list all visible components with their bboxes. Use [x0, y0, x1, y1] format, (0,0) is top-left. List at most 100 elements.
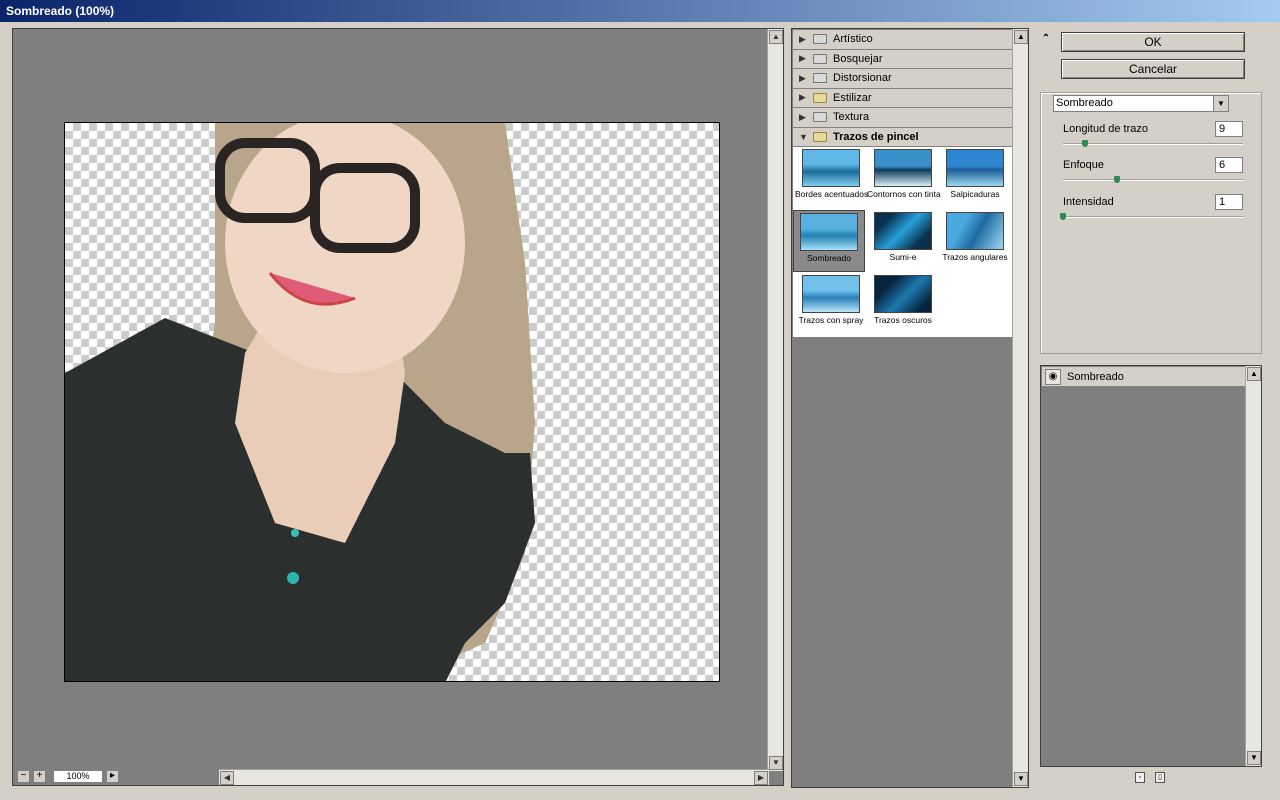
filter-salpicaduras[interactable]: Salpicaduras: [939, 149, 1011, 199]
folder-icon: [813, 34, 827, 45]
trash-icon[interactable]: ▯: [1155, 772, 1165, 783]
param-label: Longitud de trazo: [1063, 123, 1149, 135]
category-label: Distorsionar: [833, 72, 892, 85]
filter-settings-panel: Sombreado ▼ Longitud de trazo 9 Enfoque …: [1040, 92, 1262, 354]
folder-icon: [813, 73, 827, 84]
filter-select-value: Sombreado: [1056, 97, 1113, 109]
filter-preview-thumbnail: [874, 275, 932, 313]
effect-layers-panel[interactable]: ◉ Sombreado ▲ ▼: [1040, 365, 1262, 767]
category-textura[interactable]: ▶ Textura: [793, 108, 1012, 128]
scroll-right-icon[interactable]: ▶: [754, 771, 768, 785]
filter-label: Trazos oscuros: [874, 315, 932, 325]
filter-select[interactable]: Sombreado ▼: [1053, 95, 1229, 112]
filter-label: Salpicaduras: [950, 189, 1000, 199]
param-intensidad: Intensidad 1: [1060, 194, 1243, 220]
eye-icon[interactable]: ◉: [1045, 368, 1061, 385]
param-value-field[interactable]: 6: [1215, 157, 1243, 173]
layers-scrollbar[interactable]: ▲ ▼: [1245, 366, 1261, 766]
preview-image: [65, 123, 535, 681]
preview-horizontal-scrollbar[interactable]: ◀ ▶: [219, 769, 769, 785]
param-slider-track[interactable]: [1063, 140, 1243, 147]
expand-triangle-icon[interactable]: ▶: [799, 73, 807, 84]
expand-triangle-icon[interactable]: ▶: [799, 53, 807, 64]
filter-preview-thumbnail: [800, 213, 858, 251]
param-longitud-de-trazo: Longitud de trazo 9: [1063, 121, 1243, 147]
slider-knob[interactable]: [1114, 176, 1120, 183]
zoom-level-field[interactable]: 100%: [53, 770, 103, 783]
category-label: Bosquejar: [833, 52, 883, 65]
filter-label: Trazos angulares: [942, 252, 1008, 262]
param-value-field[interactable]: 1: [1215, 194, 1243, 210]
param-value-field[interactable]: 9: [1215, 121, 1243, 137]
filter-label: Sumi-e: [889, 252, 917, 262]
cancel-button[interactable]: Cancelar: [1061, 59, 1245, 79]
preview-pane[interactable]: ▲ ▼ ◀ ▶ − + 100% ▸: [12, 28, 784, 786]
slider-knob[interactable]: [1060, 213, 1066, 220]
filter-trazos-con-spray[interactable]: Trazos con spray: [795, 275, 867, 325]
param-slider-track[interactable]: [1060, 213, 1243, 220]
filter-trazos-oscuros[interactable]: Trazos oscuros: [867, 275, 939, 325]
category-label: Artístico: [833, 33, 873, 46]
filter-sumi-e[interactable]: Sumi-e: [867, 212, 939, 262]
preview-vertical-scrollbar[interactable]: ▲ ▼: [767, 29, 783, 771]
scroll-down-icon[interactable]: ▼: [769, 756, 783, 770]
category-estilizar[interactable]: ▶ Estilizar: [793, 88, 1012, 108]
scroll-left-icon[interactable]: ◀: [220, 771, 234, 785]
filter-bordes-acentuados[interactable]: Bordes acentuados: [795, 149, 869, 199]
filter-preview-thumbnail: [946, 149, 1004, 187]
filter-contornos-con-tinta[interactable]: Contornos con tinta: [867, 149, 941, 199]
zoom-controls: − + 100% ▸: [17, 770, 119, 783]
scroll-up-icon[interactable]: ▲: [1014, 30, 1028, 44]
category-bosquejar[interactable]: ▶ Bosquejar: [793, 49, 1012, 69]
param-enfoque: Enfoque 6: [1063, 157, 1243, 183]
filter-sombreado[interactable]: Sombreado: [793, 210, 865, 272]
effect-layer-label: Sombreado: [1067, 370, 1124, 383]
expand-triangle-icon[interactable]: ▶: [799, 34, 807, 45]
zoom-menu-button[interactable]: ▸: [106, 770, 119, 783]
slider-knob[interactable]: [1081, 140, 1088, 147]
category-artistico[interactable]: ▶ Artístico: [793, 30, 1012, 50]
param-label: Enfoque: [1063, 159, 1104, 171]
filter-thumbnails: Bordes acentuados Contornos con tinta Sa…: [793, 147, 1012, 337]
filter-preview-thumbnail: [874, 149, 932, 187]
ok-button[interactable]: OK: [1061, 32, 1245, 52]
filter-preview-thumbnail: [946, 212, 1004, 250]
folder-icon: [813, 53, 827, 64]
folder-icon: [813, 112, 827, 123]
param-slider-track[interactable]: [1063, 176, 1243, 183]
window-title: Sombreado (100%): [0, 0, 1280, 22]
folder-icon: [813, 92, 827, 103]
effect-layer-row[interactable]: ◉ Sombreado: [1042, 367, 1246, 387]
filter-label: Contornos con tinta: [867, 189, 941, 199]
category-trazos-de-pincel[interactable]: ▼ Trazos de pincel: [793, 127, 1012, 147]
filter-preview-thumbnail: [802, 275, 860, 313]
scroll-up-icon[interactable]: ▲: [1247, 367, 1261, 381]
category-label: Estilizar: [833, 91, 872, 104]
scroll-down-icon[interactable]: ▼: [1014, 772, 1028, 786]
filter-label: Trazos con spray: [798, 315, 864, 325]
param-label: Intensidad: [1063, 196, 1114, 208]
filter-preview-thumbnail: [802, 149, 860, 187]
gallery-scrollbar[interactable]: ▲ ▼: [1012, 29, 1028, 787]
expand-triangle-icon[interactable]: ▶: [799, 92, 807, 103]
category-label: Trazos de pincel: [833, 130, 919, 143]
scroll-down-icon[interactable]: ▼: [1247, 751, 1261, 765]
collapse-triangle-icon[interactable]: ▼: [799, 132, 808, 142]
category-label: Textura: [833, 111, 870, 124]
preview-canvas[interactable]: [64, 122, 720, 682]
folder-open-icon: [813, 131, 827, 142]
filter-label: Sombreado: [807, 253, 851, 263]
category-distorsionar[interactable]: ▶ Distorsionar: [793, 69, 1012, 89]
expand-triangle-icon[interactable]: ▶: [799, 112, 807, 123]
filter-label: Bordes acentuados: [795, 189, 869, 199]
zoom-in-button[interactable]: +: [33, 770, 46, 783]
layer-actions: ▫ ▯: [1135, 772, 1165, 783]
scroll-up-icon[interactable]: ▲: [769, 30, 783, 44]
new-effect-layer-icon[interactable]: ▫: [1135, 772, 1145, 783]
chevron-down-icon[interactable]: ▼: [1213, 96, 1228, 111]
filter-preview-thumbnail: [874, 212, 932, 250]
filter-trazos-angulares[interactable]: Trazos angulares: [939, 212, 1011, 262]
filter-gallery[interactable]: ▶ Artístico ▶ Bosquejar ▶ Distorsionar ▶ Est…: [791, 28, 1029, 788]
collapse-gallery-icon[interactable]: ⌃: [1040, 33, 1052, 45]
zoom-out-button[interactable]: −: [17, 770, 30, 783]
